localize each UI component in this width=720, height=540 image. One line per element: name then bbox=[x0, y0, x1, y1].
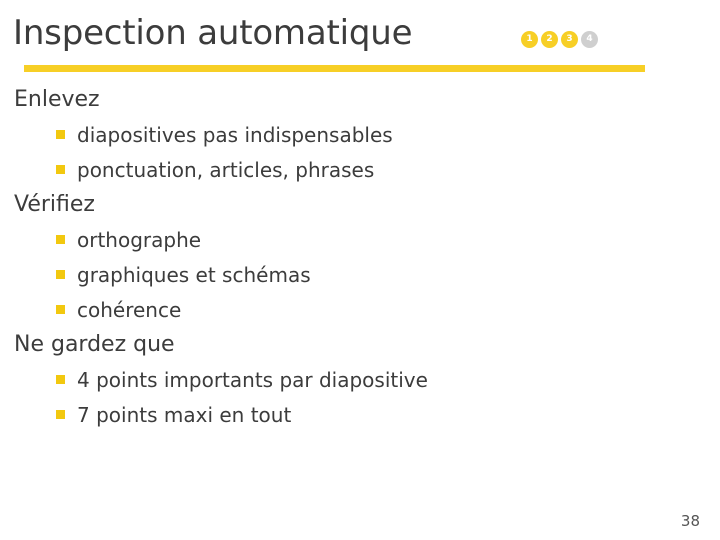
list-item-label: Enlevez bbox=[14, 86, 100, 112]
list-item: 4 points importants par diapositive bbox=[0, 362, 720, 397]
list-item-label: Ne gardez que bbox=[14, 331, 175, 357]
list-item-heading: Enlevez bbox=[0, 82, 720, 117]
list-item-heading: Vérifiez bbox=[0, 187, 720, 222]
bullet-square-icon bbox=[56, 235, 65, 244]
list-item-label: orthographe bbox=[77, 227, 202, 252]
bullet-square-icon bbox=[56, 130, 65, 139]
list-item-label: Vérifiez bbox=[14, 191, 95, 217]
list-item-label: cohérence bbox=[77, 297, 182, 322]
list-item-label: 7 points maxi en tout bbox=[77, 402, 292, 427]
slide-number: 38 bbox=[680, 512, 700, 530]
list-item: 7 points maxi en tout bbox=[0, 397, 720, 432]
list-item-heading: Ne gardez que bbox=[0, 327, 720, 362]
list-item-label: ponctuation, articles, phrases bbox=[77, 157, 375, 182]
list-item: cohérence bbox=[0, 292, 720, 327]
bullet-square-icon bbox=[56, 305, 65, 314]
bullet-square-icon bbox=[56, 375, 65, 384]
page-title: Inspection automatique bbox=[13, 13, 413, 53]
bullet-square-icon bbox=[56, 270, 65, 279]
list-item-label: graphiques et schémas bbox=[77, 262, 311, 287]
step-indicator: 1234 bbox=[521, 31, 598, 48]
step-badge-3[interactable]: 3 bbox=[561, 31, 578, 48]
step-badge-2[interactable]: 2 bbox=[541, 31, 558, 48]
title-underline-rule bbox=[24, 65, 645, 72]
bullet-square-icon bbox=[56, 165, 65, 174]
step-badge-4[interactable]: 4 bbox=[581, 31, 598, 48]
list-item-label: 4 points importants par diapositive bbox=[77, 367, 428, 392]
slide-content-list: Enlevez diapositives pas indispensables po… bbox=[0, 82, 720, 432]
slide-header: Inspection automatique 1234 bbox=[0, 0, 720, 78]
bullet-square-icon bbox=[56, 410, 65, 419]
list-item: diapositives pas indispensables bbox=[0, 117, 720, 152]
list-item-label: diapositives pas indispensables bbox=[77, 122, 393, 147]
step-badge-1[interactable]: 1 bbox=[521, 31, 538, 48]
list-item: orthographe bbox=[0, 222, 720, 257]
presentation-slide: Inspection automatique 1234 Enlevez diapo… bbox=[0, 0, 720, 540]
list-item: ponctuation, articles, phrases bbox=[0, 152, 720, 187]
list-item: graphiques et schémas bbox=[0, 257, 720, 292]
